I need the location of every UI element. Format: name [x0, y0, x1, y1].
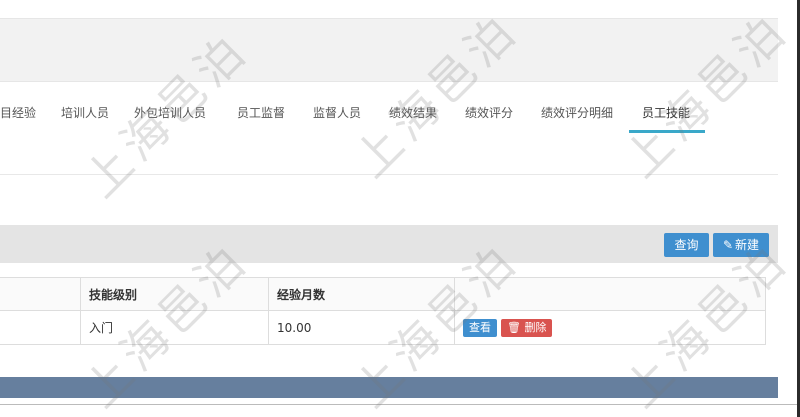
delete-button[interactable]: 🗑 删除	[501, 318, 553, 337]
app-screen: 目经验 培训人员 外包培训人员 员工监督 监督人员 绩效结果 绩效评分 绩效评分…	[0, 0, 800, 417]
view-button[interactable]: 查看	[463, 318, 497, 337]
trash-icon: 🗑	[507, 320, 521, 334]
tab-performance-score[interactable]: 绩效评分	[465, 104, 513, 121]
tab-performance-score-detail[interactable]: 绩效评分明细	[541, 104, 613, 121]
tab-performance-results[interactable]: 绩效结果	[389, 104, 437, 121]
tab-project-experience[interactable]: 目经验	[0, 104, 36, 121]
new-button[interactable]: ✎ 新建	[713, 233, 769, 257]
table-header-experience-months: 经验月数	[268, 278, 454, 310]
tab-outsourced-training-staff[interactable]: 外包培训人员	[134, 104, 206, 121]
table-header-cell	[0, 278, 80, 310]
table-header-skill-level: 技能级别	[80, 278, 268, 310]
tab-employee-supervision[interactable]: 员工监督	[237, 104, 285, 121]
table-header-actions	[454, 278, 765, 310]
query-button[interactable]: 查询	[664, 233, 709, 257]
actions-cell: 查看 🗑 删除	[454, 311, 765, 344]
footer-bar	[0, 377, 778, 398]
table-cell	[0, 311, 80, 344]
tab-training-staff[interactable]: 培训人员	[61, 104, 109, 121]
active-tab-indicator	[629, 130, 705, 133]
table-row: 入门 10.00 查看 🗑 删除	[0, 311, 765, 344]
toolbar	[0, 225, 778, 263]
table-header-row: 技能级别 经验月数	[0, 278, 765, 311]
experience-months-cell: 10.00	[268, 311, 454, 344]
bottom-strip	[0, 404, 800, 417]
delete-button-label: 删除	[524, 320, 547, 334]
top-header-band	[0, 18, 778, 82]
tab-bar: 目经验 培训人员 外包培训人员 员工监督 监督人员 绩效结果 绩效评分 绩效评分…	[0, 82, 778, 175]
skills-table: 技能级别 经验月数 入门 10.00 查看 🗑 删除	[0, 277, 766, 345]
tab-supervisors[interactable]: 监督人员	[313, 104, 361, 121]
pencil-icon: ✎	[722, 238, 734, 252]
tab-employee-skills[interactable]: 员工技能	[642, 104, 690, 121]
new-button-label: 新建	[735, 238, 760, 252]
skill-level-cell: 入门	[80, 311, 268, 344]
